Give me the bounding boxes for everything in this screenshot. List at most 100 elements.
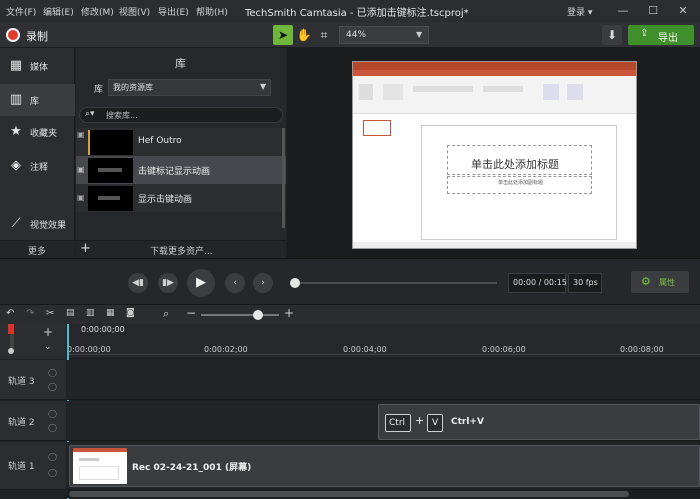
ppt-ribbon xyxy=(353,76,636,114)
paste-icon[interactable]: ▥ xyxy=(86,308,95,318)
time-ruler[interactable]: 0:00:00;00 0:00:00;00 0:00:02;00 0:00:04… xyxy=(67,324,700,359)
download-more-link[interactable]: 下载更多资产... xyxy=(150,244,213,257)
login-menu[interactable]: 登录 ▾ xyxy=(567,5,592,18)
split-icon[interactable]: ▦ xyxy=(106,308,115,318)
cut-icon[interactable]: ✂ xyxy=(46,308,54,319)
sidebar-item-visual-effects[interactable]: ⟋ 视觉效果 xyxy=(0,208,75,240)
undo-icon[interactable]: ↶ xyxy=(6,308,14,319)
sidebar-item-label: 注释 xyxy=(30,163,49,173)
properties-button[interactable]: ⚙ 属性 xyxy=(631,271,689,293)
menu-view[interactable]: 视图(V) xyxy=(119,5,150,18)
record-label: 录制 xyxy=(26,30,48,43)
minimize-icon[interactable]: — xyxy=(612,3,634,19)
zoom-in-button[interactable]: + xyxy=(284,306,294,320)
lock-icon[interactable]: ◯ xyxy=(48,423,58,432)
eye-icon[interactable]: ◯ xyxy=(48,368,58,377)
sidebar-item-annotations[interactable]: ◈ 注释 xyxy=(0,150,75,182)
chevron-down-icon: ▼ xyxy=(260,82,267,91)
zoom-value: 44% xyxy=(346,30,367,40)
panel-title: 库 xyxy=(175,57,186,70)
scrub-track[interactable] xyxy=(292,282,497,284)
eye-icon[interactable]: ◯ xyxy=(48,452,58,461)
next-marker-icon[interactable]: › xyxy=(253,273,273,293)
download-icon[interactable]: ⬇ xyxy=(602,25,622,45)
play-icon[interactable]: ▶ xyxy=(187,269,215,297)
ruler-label: 0:00:02;00 xyxy=(204,345,248,354)
select-tool-icon[interactable]: ➤ xyxy=(273,25,293,45)
library-select[interactable]: 我的资源库 ▼ xyxy=(108,79,271,96)
menu-edit[interactable]: 编辑(E) xyxy=(43,5,74,18)
step-back-icon[interactable]: ◀▮ xyxy=(128,273,148,293)
plus-sign: + xyxy=(415,414,425,427)
horizontal-scrollbar[interactable] xyxy=(67,490,700,498)
lock-icon[interactable]: ◯ xyxy=(48,382,58,391)
sidebar-item-favorites[interactable]: ★ 收藏夹 xyxy=(0,116,75,148)
copy-icon[interactable]: ▤ xyxy=(66,308,75,318)
track-lane-3[interactable] xyxy=(67,360,700,400)
menu-export[interactable]: 导出(E) xyxy=(158,5,189,18)
wand-icon: ⟋ xyxy=(11,216,21,231)
close-icon[interactable]: ✕ xyxy=(672,3,694,19)
prev-marker-icon[interactable]: ‹ xyxy=(225,273,245,293)
item-label: 显示击键动画 xyxy=(138,195,193,205)
eye-icon[interactable]: ◯ xyxy=(48,409,58,418)
search-icon: ⌕▾ xyxy=(85,109,95,119)
zoom-slider-handle[interactable] xyxy=(253,310,263,320)
list-item[interactable]: ▣ 显示击键动画 xyxy=(76,184,286,212)
zoom-select[interactable]: 44% ▼ xyxy=(339,26,429,44)
sidebar-item-label: 库 xyxy=(30,97,40,107)
sidebar-item-label: 媒体 xyxy=(30,63,49,73)
keystroke-label: Ctrl+V xyxy=(451,417,484,427)
scrollbar-thumb[interactable] xyxy=(69,491,629,497)
scrub-handle[interactable] xyxy=(290,278,300,288)
zoom-slider-track[interactable] xyxy=(201,314,279,316)
track-name: 轨道 3 xyxy=(8,377,35,387)
track-header-1[interactable]: 轨道 1 ◯ ◯ xyxy=(0,442,66,490)
add-icon[interactable]: + xyxy=(80,241,91,256)
screen-recording-frame[interactable]: 单击此处添加标题 单击此处添加副标题 xyxy=(352,61,637,249)
chevron-down-icon: ▼ xyxy=(416,30,423,39)
scrollbar[interactable] xyxy=(282,128,285,228)
menu-help[interactable]: 帮助(H) xyxy=(196,5,228,18)
list-item[interactable]: ▣ Hef Outro xyxy=(76,128,286,156)
window-title: TechSmith Camtasia - 已添加击键标注.tscproj* xyxy=(245,8,469,19)
camera-icon[interactable]: ◙ xyxy=(126,308,135,318)
export-button[interactable]: ⇪ 导出 xyxy=(628,25,694,45)
keystroke-callout-clip[interactable]: Ctrl + V Ctrl+V xyxy=(378,404,700,440)
zoom-out-button[interactable]: − xyxy=(186,306,196,320)
keycap: V xyxy=(427,414,443,432)
maximize-icon[interactable]: ☐ xyxy=(642,3,664,19)
track-header-3[interactable]: 轨道 3 ◯ ◯ xyxy=(0,360,66,400)
chevron-down-icon[interactable]: ⌄ xyxy=(44,342,52,352)
redo-icon[interactable]: ↷ xyxy=(26,308,34,319)
more-button[interactable]: 更多 xyxy=(0,240,75,258)
slide-canvas: 单击此处添加标题 单击此处添加副标题 xyxy=(421,125,617,240)
record-icon xyxy=(6,28,20,42)
step-forward-icon[interactable]: ▮▶ xyxy=(158,273,178,293)
screen-recording-clip[interactable]: Rec 02-24-21_001 (屏幕) xyxy=(69,445,700,487)
sidebar-item-media[interactable]: ▦ 媒体 xyxy=(0,50,75,82)
sidebar-item-label: 收藏夹 xyxy=(30,129,58,139)
menu-modify[interactable]: 修改(M) xyxy=(81,5,114,18)
gear-icon: ⚙ xyxy=(641,275,651,288)
crop-tool-icon[interactable]: ⌗ xyxy=(314,25,334,45)
toolbar: 录制 ➤ ✋ ⌗ 44% ▼ ⬇ ⇪ 导出 xyxy=(0,22,700,48)
menu-file[interactable]: 文件(F) xyxy=(6,5,36,18)
track-header-2[interactable]: 轨道 2 ◯ ◯ xyxy=(0,401,66,441)
track-name: 轨道 1 xyxy=(8,462,35,472)
lock-icon[interactable]: ◯ xyxy=(48,468,58,477)
search-input[interactable]: ⌕▾ 搜索库... xyxy=(79,107,283,123)
add-track-button[interactable]: + xyxy=(43,325,53,339)
keycap: Ctrl xyxy=(385,414,411,432)
timeline: + ⌄ 0:00:00;00 0:00:00;00 0:00:02;00 0:0… xyxy=(0,324,700,499)
sidebar-item-library[interactable]: ▥ 库 xyxy=(0,84,75,116)
list-item[interactable]: ▣ 击键标记显示动画 xyxy=(76,156,286,184)
share-icon: ⇪ xyxy=(640,28,649,39)
item-icon: ▣ xyxy=(77,130,85,139)
pan-tool-icon[interactable]: ✋ xyxy=(294,25,314,45)
record-button[interactable]: 录制 xyxy=(4,27,64,43)
playhead-marker[interactable] xyxy=(8,324,14,334)
item-label: Hef Outro xyxy=(138,136,182,146)
ruler-label: 0:00:04;00 xyxy=(343,345,387,354)
film-icon: ▦ xyxy=(9,58,23,73)
